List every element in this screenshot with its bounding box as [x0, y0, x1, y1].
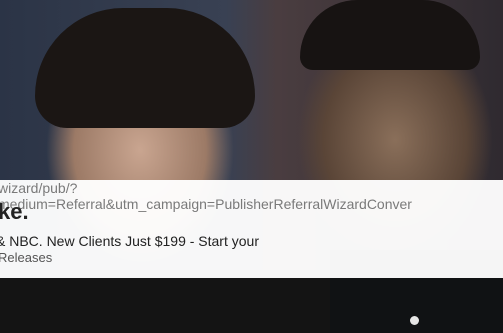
ad-description[interactable]: & NBC. New Clients Just $199 - Start you…: [0, 233, 259, 249]
ad-url-line[interactable]: wizard/pub/?: [0, 180, 77, 196]
collar-pin: [410, 316, 419, 325]
person-left-clothing: [0, 270, 330, 333]
person-right-hair: [300, 0, 480, 70]
ad-source: Releases: [0, 250, 53, 265]
person-left-hair: [35, 8, 255, 128]
sponsored-ad-card[interactable]: wizard/pub/? medium=Referral&utm_campaig…: [0, 0, 503, 333]
ad-headline[interactable]: ke.: [0, 199, 29, 225]
ad-url-line[interactable]: medium=Referral&utm_campaign=PublisherRe…: [0, 196, 412, 212]
ad-photo: [0, 0, 503, 333]
